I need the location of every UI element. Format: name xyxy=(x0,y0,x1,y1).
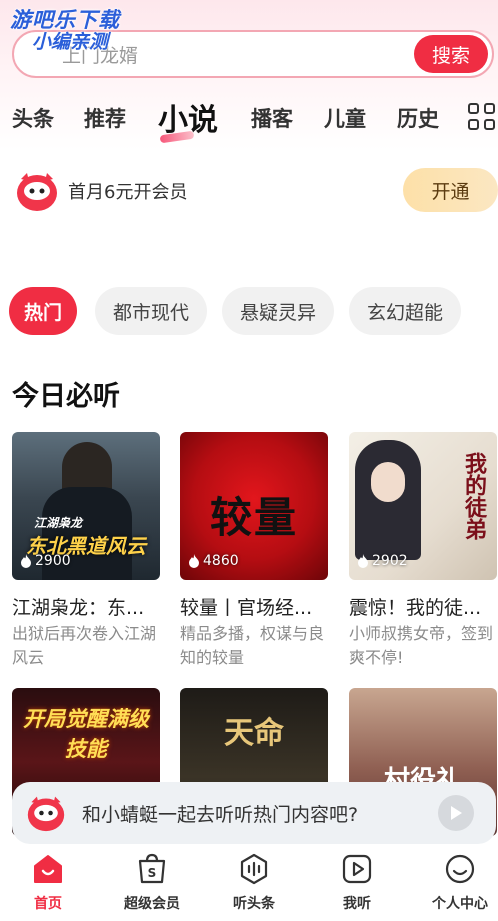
genre-chips: 热门 都市现代 悬疑灵异 玄幻超能 xyxy=(0,287,498,335)
soundwave-icon xyxy=(240,853,268,885)
nav-home-label: 首页 xyxy=(34,896,62,912)
listen-suggestion-toast[interactable]: 和小蜻蜓一起去听听热门内容吧? xyxy=(12,782,496,844)
mascot-icon xyxy=(27,796,65,832)
tab-novel-label: 小说 xyxy=(158,103,218,138)
tab-kids[interactable]: 儿童 xyxy=(324,103,366,133)
mascot-icon xyxy=(17,173,57,211)
cover-title: 天命 xyxy=(224,716,284,751)
book-cover: 较量 4860 xyxy=(180,432,328,580)
nav-my-listen-label: 我听 xyxy=(343,896,371,912)
play-count-value: 2902 xyxy=(372,553,408,569)
nav-vip[interactable]: S 超级会员 xyxy=(102,852,202,918)
tab-novel[interactable]: 小说 xyxy=(158,95,218,144)
category-tabs: 头条 推荐 小说 播客 儿童 历史 xyxy=(0,95,498,144)
bottom-nav: 首页 S 超级会员 听头条 我听 个人中心 xyxy=(0,848,498,921)
vip-promo-text: 首月6元开会员 xyxy=(68,182,188,203)
chip-hot[interactable]: 热门 xyxy=(9,287,77,335)
nav-headlines[interactable]: 听头条 xyxy=(204,852,304,918)
tab-headlines[interactable]: 头条 xyxy=(12,103,54,133)
fire-icon xyxy=(358,554,368,568)
cover-subtitle: 江湖枭龙 xyxy=(34,516,83,530)
play-count-value: 2900 xyxy=(35,553,71,569)
tab-recommend[interactable]: 推荐 xyxy=(84,103,126,133)
fire-icon xyxy=(189,554,199,568)
play-square-icon xyxy=(342,854,372,884)
chip-mystery[interactable]: 悬疑灵异 xyxy=(222,287,334,335)
vip-bag-icon: S xyxy=(138,853,166,884)
fire-icon xyxy=(21,554,31,568)
play-count: 2900 xyxy=(20,553,71,569)
nav-home[interactable]: 首页 xyxy=(0,852,98,918)
cover-title: 开局觉醒满级技能 xyxy=(23,707,149,761)
book-title: 较量丨官场经... xyxy=(180,597,313,619)
play-count-value: 4860 xyxy=(203,553,239,569)
home-icon xyxy=(34,855,62,883)
book-cover: 我的徒弟 2902 xyxy=(349,432,497,580)
svg-text:S: S xyxy=(148,866,157,880)
vip-open-button[interactable]: 开通 xyxy=(403,168,498,212)
watermark-line1: 游吧乐下载 xyxy=(10,8,120,32)
book-description: 精品多播，权谋与良知的较量 xyxy=(180,624,325,667)
vip-promo-row: 首月6元开会员 开通 xyxy=(0,165,498,217)
play-icon[interactable] xyxy=(438,795,474,831)
chip-urban[interactable]: 都市现代 xyxy=(95,287,207,335)
chip-fantasy[interactable]: 玄幻超能 xyxy=(349,287,461,335)
search-button[interactable]: 搜索 xyxy=(414,35,488,73)
nav-profile[interactable]: 个人中心 xyxy=(410,852,498,918)
play-count: 2902 xyxy=(357,553,408,569)
cover-title: 我的徒弟 xyxy=(461,452,486,540)
nav-vip-label: 超级会员 xyxy=(124,896,180,912)
tab-history[interactable]: 历史 xyxy=(397,103,439,133)
section-title: 今日必听 xyxy=(12,381,120,412)
play-count: 4860 xyxy=(188,553,239,569)
nav-headlines-label: 听头条 xyxy=(233,896,275,912)
book-description: 小师叔携女帝，签到爽不停! xyxy=(349,624,494,667)
watermark-overlay: 游吧乐下载 小编亲测 xyxy=(10,8,120,54)
nav-profile-label: 个人中心 xyxy=(432,896,488,912)
watermark-line2: 小编亲测 xyxy=(32,31,109,54)
all-categories-icon[interactable] xyxy=(468,103,498,133)
book-title: 江湖枭龙：东... xyxy=(12,597,145,619)
smile-face-icon xyxy=(445,854,475,884)
nav-my-listen[interactable]: 我听 xyxy=(307,852,407,918)
book-cover: 东北黑道风云 江湖枭龙 2900 xyxy=(12,432,160,580)
cover-title: 较量 xyxy=(209,493,298,542)
toast-text: 和小蜻蜓一起去听听热门内容吧? xyxy=(82,803,359,826)
book-description: 出狱后再次卷入江湖风云 xyxy=(12,624,157,667)
book-title: 震惊！我的徒... xyxy=(349,597,482,619)
tab-podcast[interactable]: 播客 xyxy=(251,103,293,133)
